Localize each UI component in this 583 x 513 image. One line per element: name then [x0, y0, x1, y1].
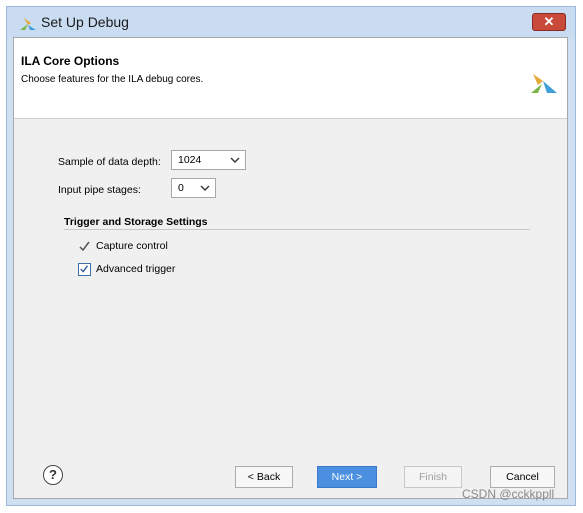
- page-subtitle: Choose features for the ILA debug cores.: [21, 74, 204, 85]
- cancel-button[interactable]: Cancel: [490, 466, 555, 488]
- capture-control-checkbox[interactable]: [78, 240, 91, 253]
- close-button[interactable]: ✕: [532, 13, 566, 31]
- advanced-trigger-checkbox[interactable]: [78, 263, 91, 276]
- trigger-section-title: Trigger and Storage Settings: [64, 216, 208, 228]
- pipe-stages-value: 0: [178, 182, 184, 194]
- pipe-stages-select[interactable]: 0: [171, 178, 216, 198]
- window-title: Set Up Debug: [41, 14, 129, 30]
- chevron-down-icon: [200, 185, 210, 191]
- wizard-header: ILA Core Options Choose features for the…: [14, 38, 567, 119]
- finish-button[interactable]: Finish: [404, 466, 462, 488]
- dialog-window: Set Up Debug ✕ ILA Core Options Choose f…: [6, 6, 576, 506]
- data-depth-label: Sample of data depth:: [58, 156, 161, 168]
- advanced-trigger-label: Advanced trigger: [96, 263, 176, 275]
- pipe-stages-label: Input pipe stages:: [58, 184, 141, 196]
- page-title: ILA Core Options: [21, 54, 120, 68]
- section-divider: [64, 229, 530, 230]
- help-button[interactable]: ?: [43, 465, 63, 485]
- back-button[interactable]: < Back: [235, 466, 293, 488]
- close-icon: ✕: [543, 14, 555, 29]
- xilinx-logo-icon: [531, 74, 557, 93]
- data-depth-value: 1024: [178, 154, 202, 166]
- watermark: CSDN @cckkppll: [462, 487, 555, 501]
- help-icon: ?: [49, 467, 57, 482]
- vivado-app-icon: [20, 18, 36, 30]
- next-button[interactable]: Next >: [317, 466, 377, 488]
- chevron-down-icon: [230, 157, 240, 163]
- title-bar[interactable]: Set Up Debug ✕: [7, 7, 575, 37]
- dialog-content: ILA Core Options Choose features for the…: [13, 37, 568, 499]
- data-depth-select[interactable]: 1024: [171, 150, 246, 170]
- capture-control-label: Capture control: [96, 240, 168, 252]
